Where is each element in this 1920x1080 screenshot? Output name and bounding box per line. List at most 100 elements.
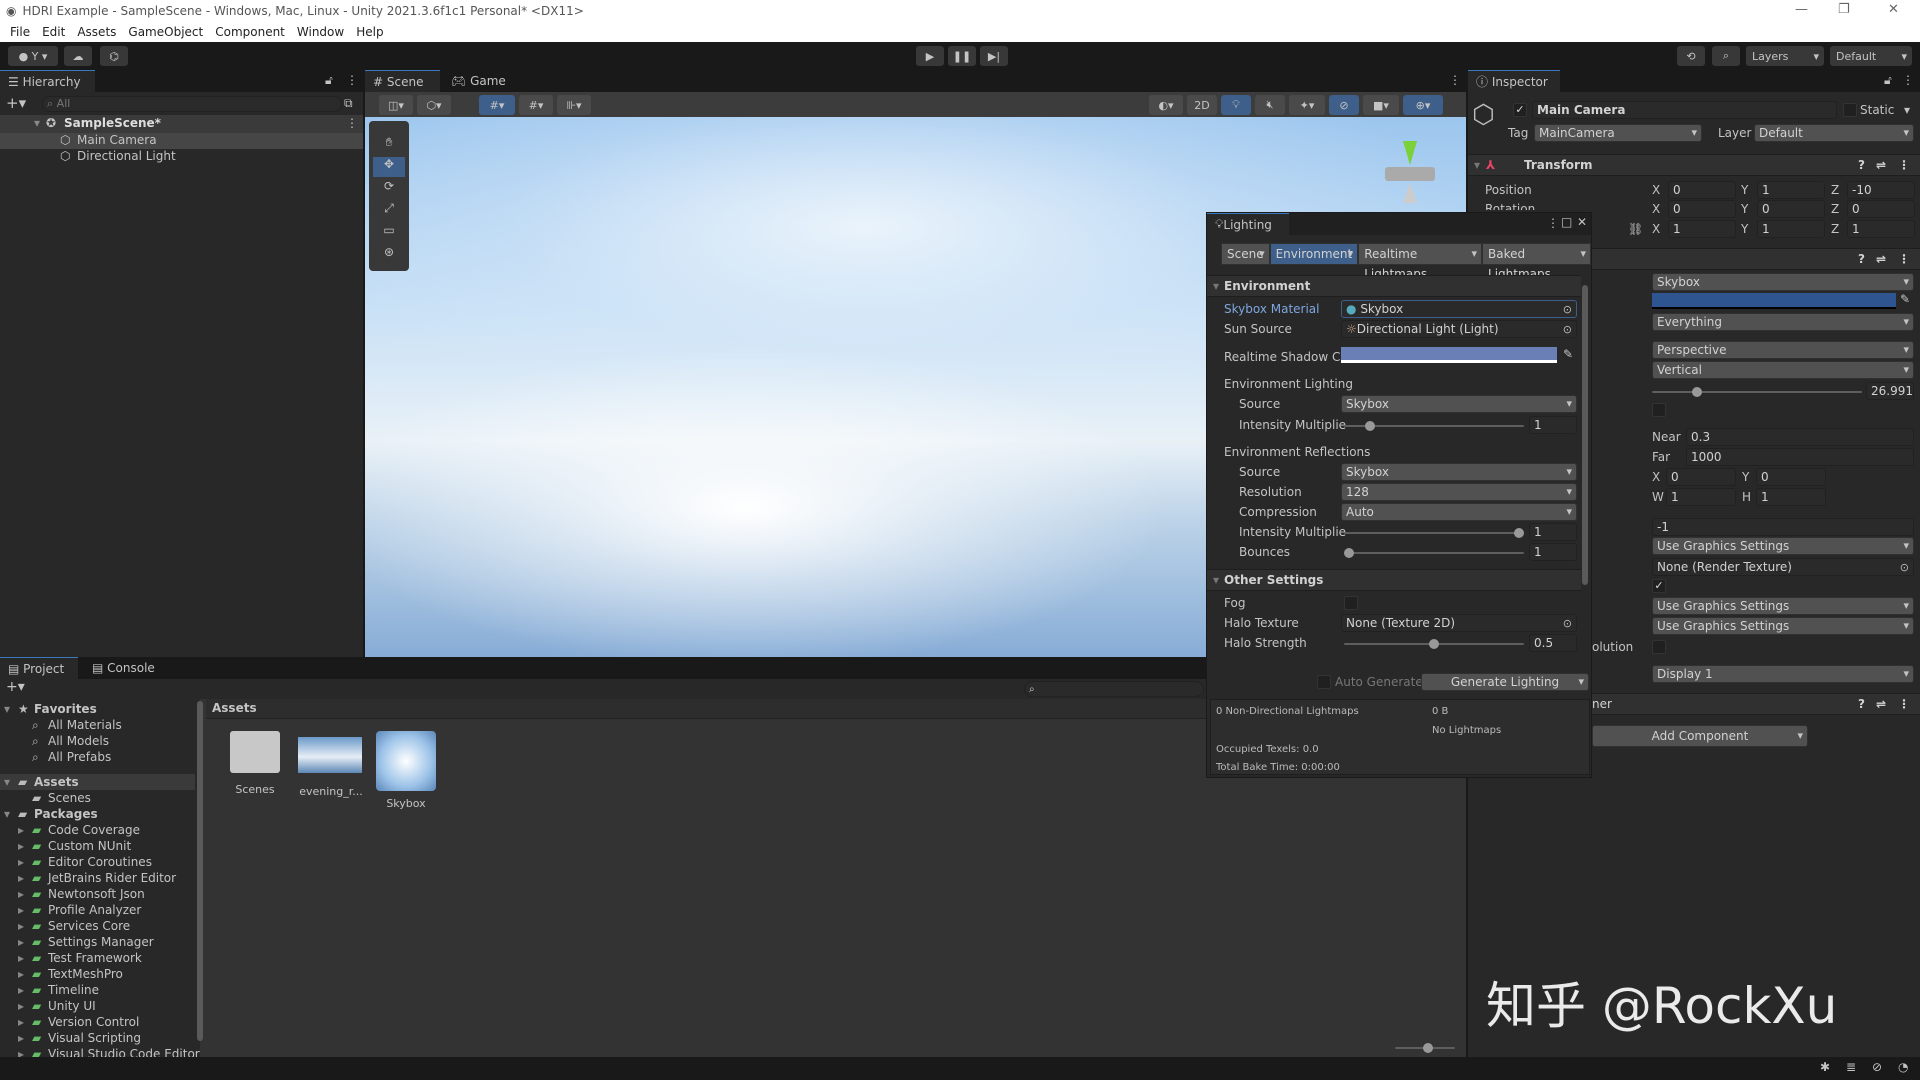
help-icon[interactable]: ? — [1858, 155, 1865, 175]
tab-inspector[interactable]: ⓘ Inspector — [1468, 70, 1560, 92]
bounces-slider[interactable] — [1344, 548, 1524, 558]
rendering-path-dropdown[interactable]: Use Graphics Settings — [1652, 537, 1914, 555]
hierarchy-item[interactable]: ⬡ Directional Light — [0, 149, 363, 165]
target-display-dropdown[interactable]: Display 1 — [1652, 665, 1914, 683]
menu-gameobject[interactable]: GameObject — [128, 25, 203, 39]
tab-console[interactable]: ▤ Console — [84, 657, 164, 679]
more-icon[interactable]: ⋮ — [1902, 73, 1914, 87]
camera-button[interactable]: ■▾ — [1363, 95, 1399, 115]
gizmo-orientation-button[interactable]: ◐▾ — [1149, 95, 1183, 115]
viewport-h-input[interactable]: 1 — [1756, 488, 1826, 506]
culling-mask-dropdown[interactable]: Everything — [1652, 313, 1914, 331]
rotate-tool[interactable]: ⟳ — [373, 179, 405, 199]
expand-icon[interactable]: ▸ — [18, 966, 24, 982]
target-texture-field[interactable]: None (Render Texture) ⊙ — [1652, 558, 1914, 576]
auto-generate-checkbox[interactable] — [1317, 675, 1331, 689]
hierarchy-search-input[interactable]: ⌕ All — [42, 96, 342, 112]
rect-tool[interactable]: ▭ — [373, 223, 405, 243]
more-icon[interactable]: ⋮ — [1898, 249, 1910, 269]
object-picker-icon[interactable]: ⊙ — [1563, 322, 1572, 337]
transform-tool[interactable]: ⊛ — [373, 245, 405, 265]
rotation-x-input[interactable]: 0 — [1668, 200, 1736, 218]
pause-button[interactable]: ❚❚ — [948, 46, 976, 66]
layer-dropdown[interactable]: Default — [1754, 124, 1914, 142]
tab-project[interactable]: ▤ Project — [0, 657, 78, 679]
play-button[interactable]: ▶ — [916, 46, 944, 66]
tree-item[interactable]: ▸ ▰ Editor Coroutines — [0, 854, 195, 870]
scale-z-input[interactable]: 1 — [1847, 220, 1915, 238]
expand-icon[interactable]: ▸ — [18, 870, 24, 886]
clear-flags-dropdown[interactable]: Skybox — [1652, 273, 1914, 291]
hierarchy-item[interactable]: ⬡ Main Camera — [0, 133, 363, 149]
layout-dropdown[interactable]: Default ▾ — [1830, 46, 1912, 66]
bug-icon[interactable]: ✱ — [1820, 1060, 1830, 1074]
expand-icon[interactable]: ▸ — [18, 918, 24, 934]
tree-item[interactable]: ▸ ▰ Version Control — [0, 1014, 195, 1030]
tree-item[interactable]: ▰ Scenes — [0, 790, 195, 806]
object-picker-icon[interactable]: ⊙ — [1563, 302, 1572, 317]
draw-mode-button[interactable]: ◫▾ — [379, 95, 413, 115]
expand-icon[interactable]: ▾ — [4, 774, 10, 790]
object-picker-icon[interactable]: ⊙ — [1563, 616, 1572, 631]
viewport-w-input[interactable]: 1 — [1666, 488, 1736, 506]
favorites-section[interactable]: ▾ ★ Favorites — [0, 701, 195, 717]
more-icon[interactable]: ⋮ — [1547, 216, 1559, 230]
fov-axis-dropdown[interactable]: Vertical — [1652, 361, 1914, 379]
expand-icon[interactable]: ▾ — [4, 701, 10, 717]
cache-icon[interactable]: ≣ — [1846, 1060, 1856, 1074]
rotation-y-input[interactable]: 0 — [1757, 200, 1825, 218]
expand-icon[interactable]: ▸ — [18, 854, 24, 870]
tab-lighting[interactable]: 💡︎ Lighting — [1207, 213, 1289, 235]
reflection-intensity-slider[interactable] — [1344, 528, 1524, 538]
preset-icon[interactable]: ⇌ — [1876, 249, 1886, 269]
lock-icon[interactable]: 🔓︎ — [325, 73, 333, 88]
env-lighting-source-dropdown[interactable]: Skybox — [1341, 395, 1577, 413]
environment-header[interactable]: ▾ Environment — [1207, 275, 1581, 297]
rotation-z-input[interactable]: 0 — [1847, 200, 1915, 218]
effects-button[interactable]: ✦▾ — [1289, 95, 1325, 115]
hand-tool[interactable]: ✋︎ — [373, 135, 405, 155]
scale-x-input[interactable]: 1 — [1668, 220, 1736, 238]
reflection-source-dropdown[interactable]: Skybox — [1341, 463, 1577, 481]
gizmos-button[interactable]: ⊕▾ — [1403, 95, 1443, 115]
more-icon[interactable]: ⋮ — [346, 73, 358, 87]
slider-knob[interactable] — [1344, 548, 1354, 558]
far-input[interactable]: 1000 — [1686, 448, 1914, 466]
more-icon[interactable]: ⋮ — [1449, 73, 1461, 87]
snap-increment-button[interactable]: #▾ — [519, 95, 553, 115]
scene-menu-icon[interactable]: ⋮ — [346, 116, 358, 130]
slider-knob[interactable] — [1365, 421, 1376, 431]
tree-item[interactable]: ⌕ All Prefabs — [0, 749, 195, 765]
auto-lighting-icon[interactable]: ⊘ — [1872, 1060, 1882, 1074]
tag-dropdown[interactable]: MainCamera — [1534, 124, 1702, 142]
slider-knob[interactable] — [1692, 387, 1702, 397]
expand-icon[interactable]: ▸ — [18, 902, 24, 918]
asset-item[interactable]: evening_r... — [298, 727, 364, 798]
minimize-button[interactable]: — — [1795, 2, 1808, 17]
tree-item[interactable]: ▸ ▰ Services Core — [0, 918, 195, 934]
projection-dropdown[interactable]: Perspective — [1652, 341, 1914, 359]
tree-item[interactable]: ▸ ▰ Settings Manager — [0, 934, 195, 950]
shadow-color-field[interactable] — [1341, 347, 1557, 363]
tree-item[interactable]: ▸ ▰ JetBrains Rider Editor — [0, 870, 195, 886]
static-checkbox[interactable] — [1843, 103, 1857, 117]
search-button[interactable]: ⌕ — [1712, 46, 1740, 66]
visibility-toggle[interactable]: ⊘ — [1329, 95, 1359, 115]
tab-baked-lightmaps[interactable]: Baked Lightmaps — [1482, 243, 1591, 281]
static-dropdown-icon[interactable]: ▾ — [1904, 101, 1910, 119]
halo-strength-input[interactable]: 0.5 — [1529, 634, 1577, 652]
step-button[interactable]: ▶| — [980, 46, 1008, 66]
position-y-input[interactable]: 1 — [1757, 181, 1825, 199]
lighting-scrollbar[interactable] — [1581, 275, 1589, 595]
tab-scene[interactable]: Scene — [1221, 243, 1270, 265]
cloud-button[interactable]: ☁ — [64, 46, 92, 66]
menu-window[interactable]: Window — [297, 25, 344, 39]
breadcrumb-assets[interactable]: Assets — [212, 701, 257, 715]
intensity-slider[interactable] — [1344, 421, 1524, 431]
packages-folder[interactable]: ▾ ▰ Packages — [0, 806, 195, 822]
tree-item[interactable]: ▸ ▰ TextMeshPro — [0, 966, 195, 982]
object-picker-icon[interactable]: ⊙ — [1900, 560, 1909, 575]
intensity-input[interactable]: 1 — [1529, 416, 1577, 434]
tab-scene[interactable]: # Scene — [365, 70, 440, 92]
resolution-dropdown[interactable]: 128 — [1341, 483, 1577, 501]
